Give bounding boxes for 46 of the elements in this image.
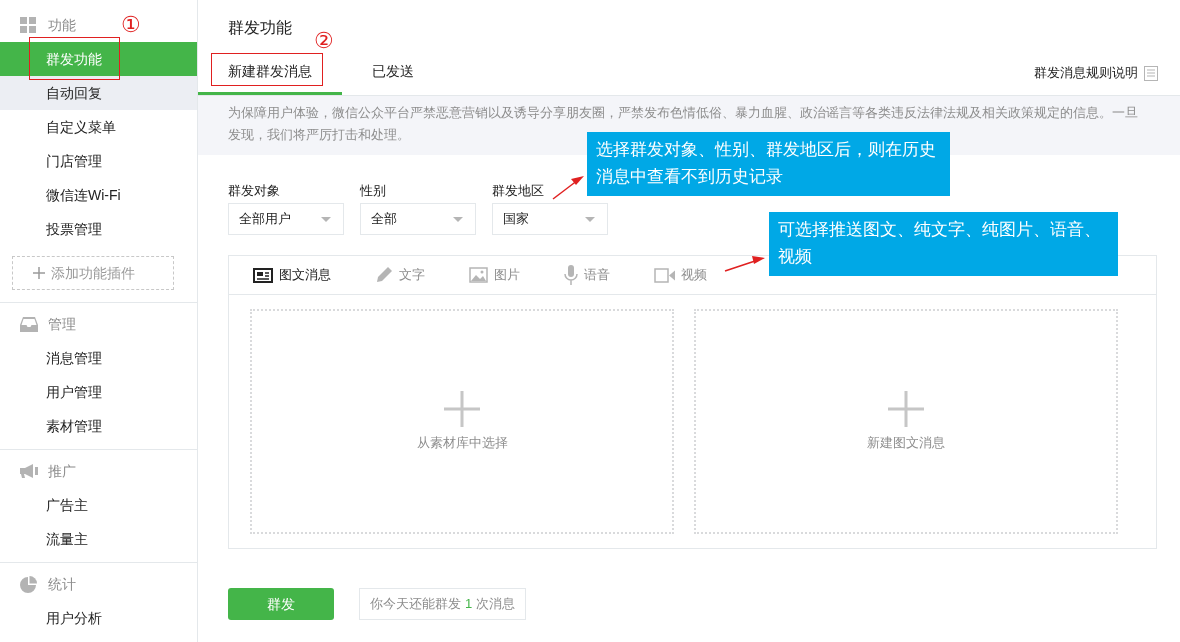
message-type-tab[interactable]: 图文消息 <box>253 265 331 285</box>
message-type-tab[interactable]: 文字 <box>375 265 425 285</box>
grid-icon <box>20 17 36 33</box>
pointer-arrow <box>724 256 765 272</box>
page-title: 群发功能 <box>228 19 292 36</box>
tab[interactable]: 已发送 <box>342 51 444 95</box>
video-camera-icon <box>654 267 675 283</box>
news-icon <box>253 267 273 283</box>
message-type-tab[interactable]: 视频 <box>654 265 707 285</box>
section-title: 功能 <box>48 15 76 35</box>
plus-icon <box>33 267 45 279</box>
megaphone-icon <box>20 464 38 478</box>
quota-text: 你今天还能群发 <box>370 595 461 614</box>
message-type-tab[interactable]: 图片 <box>469 265 520 285</box>
section-title: 管理 <box>48 314 76 334</box>
caret-icon <box>453 216 463 222</box>
pointer-arrow <box>552 176 584 200</box>
dropdown[interactable]: 国家 <box>492 203 608 235</box>
sidebar-item[interactable]: 自动回复 <box>0 76 197 110</box>
document-icon <box>1144 65 1158 81</box>
step-marker: ① <box>121 12 141 38</box>
pie-chart-icon <box>20 575 37 593</box>
section-title: 统计 <box>48 574 76 594</box>
quota-count: 1 <box>465 595 473 614</box>
plus-icon <box>444 390 480 427</box>
compose-card[interactable]: 从素材库中选择 <box>250 309 674 534</box>
rules-link[interactable]: 群发消息规则说明 <box>1034 51 1158 95</box>
microphone-icon <box>564 265 578 285</box>
message-type-tab[interactable]: 语音 <box>564 265 610 285</box>
dropdown[interactable]: 全部 <box>360 203 476 235</box>
callout-note: 可选择推送图文、纯文字、纯图片、语音、视频 <box>769 212 1118 276</box>
inbox-icon <box>20 316 38 332</box>
pencil-icon <box>375 266 393 284</box>
section-title: 推广 <box>48 461 76 481</box>
caret-icon <box>585 216 595 222</box>
image-icon <box>469 267 488 283</box>
quota-text: 次消息 <box>476 595 516 614</box>
step-marker: ② <box>314 28 334 54</box>
filter-label: 群发对象 <box>228 182 280 200</box>
plus-icon <box>888 390 924 427</box>
filter-label: 性别 <box>360 182 386 200</box>
filter-label: 群发地区 <box>492 182 544 200</box>
dropdown[interactable]: 全部用户 <box>228 203 344 235</box>
caret-icon <box>321 216 331 222</box>
callout-note: 选择群发对象、性别、群发地区后，则在历史消息中查看不到历史记录 <box>587 132 950 196</box>
compose-card[interactable]: 新建图文消息 <box>694 309 1118 534</box>
